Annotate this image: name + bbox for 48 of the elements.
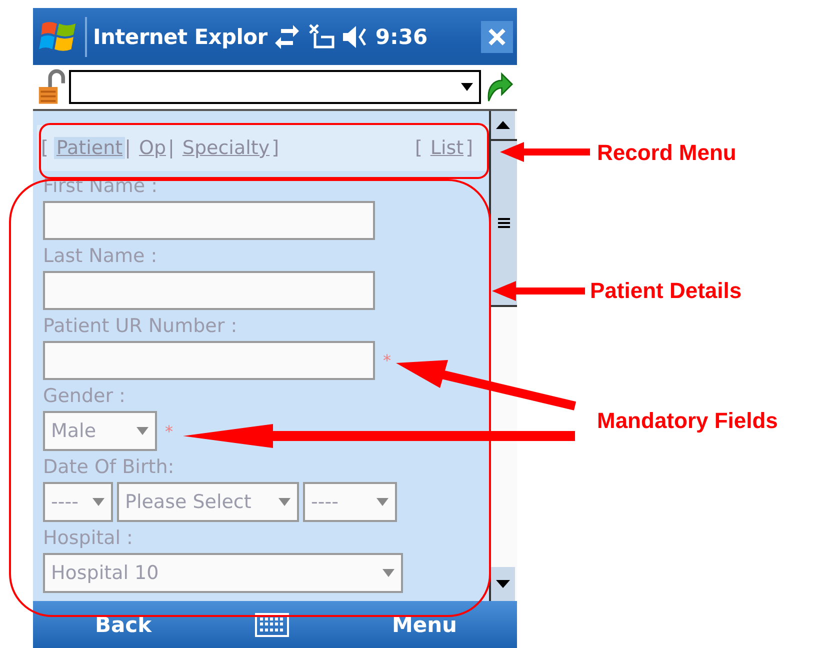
record-menu-tab[interactable]: Op [137,137,168,159]
list-link[interactable]: List [428,137,466,159]
padlock-icon[interactable] [37,68,65,106]
input-field[interactable] [43,201,375,240]
field-label: Patient UR Number : [43,315,238,338]
field-label: Gender : [43,385,126,408]
signal-off-icon[interactable] [307,22,336,50]
dropdown[interactable]: Hospital 10 [43,553,403,593]
connectivity-icon[interactable] [273,22,302,50]
dropdown-arrow-icon[interactable] [461,83,473,91]
required-mark: * [383,351,391,370]
menu-separator: ] [466,137,474,159]
field-label: Last Name : [43,245,158,268]
dropdown[interactable]: ---- [43,482,113,522]
address-field[interactable] [69,70,481,104]
record-menu-tab[interactable]: Patient [54,137,125,159]
keyboard-icon[interactable] [254,612,289,636]
menu-separator: [ [414,137,424,159]
scroll-down-icon[interactable] [491,567,515,601]
dropdown-arrow-icon [136,427,149,435]
dropdown-arrow-icon [376,498,389,506]
input-field[interactable] [43,271,375,310]
menu-separator: [ [41,137,50,159]
window-title: Internet Explor [93,24,268,48]
field-label: Hospital : [43,527,134,550]
annotation-label: Record Menu [597,140,736,166]
close-icon[interactable] [481,20,513,52]
field-label: Date Of Birth: [43,456,176,479]
annotation-label: Patient Details [590,278,742,304]
dropdown-arrow-icon [278,498,291,506]
dropdown-arrow-icon [92,498,105,506]
clock-time: 9:36 [375,24,428,48]
dropdown[interactable]: Please Select [117,482,299,522]
dropdown[interactable]: ---- [303,482,397,522]
scroll-up-icon[interactable] [491,111,515,139]
menu-separator: ] [272,137,280,159]
go-arrow-icon[interactable] [485,71,513,103]
input-field[interactable] [43,341,375,380]
menu-separator: | [124,137,132,159]
required-mark: * [165,422,173,440]
menu-soft-key[interactable]: Menu [392,612,457,636]
record-menu-tab[interactable]: Specialty [180,137,272,159]
menu-separator: | [168,137,176,159]
annotation-label: Mandatory Fields [597,408,778,434]
dropdown-arrow-icon [382,569,395,577]
scroll-thumb[interactable] [491,139,517,307]
back-soft-key[interactable]: Back [95,612,152,636]
dropdown[interactable]: Male [43,411,157,451]
